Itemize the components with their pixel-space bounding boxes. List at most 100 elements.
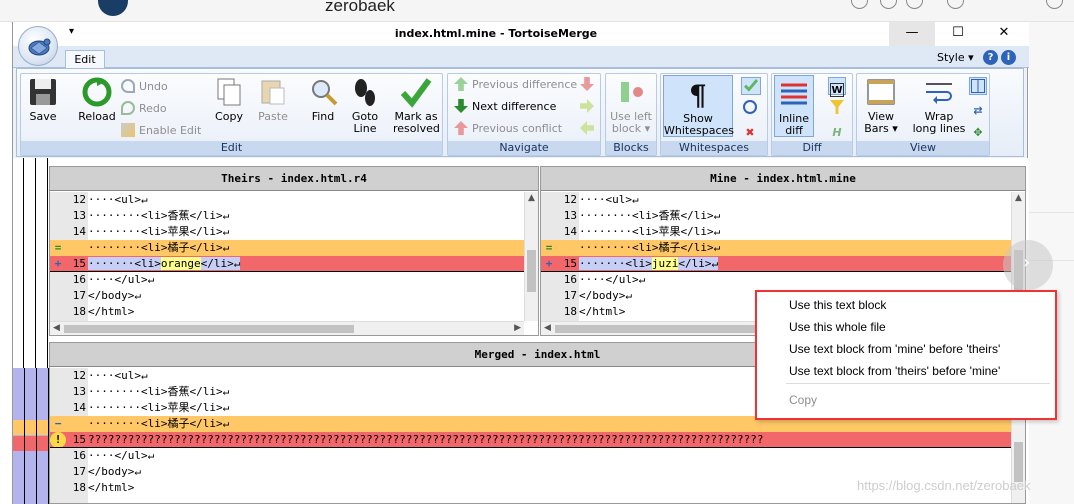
close-button[interactable]: ✕ bbox=[981, 22, 1027, 46]
minimize-button[interactable]: — bbox=[889, 22, 935, 46]
swap-panes-icon[interactable]: ⇄ bbox=[971, 99, 989, 117]
copy-icon bbox=[217, 78, 241, 106]
theirs-vertical-scrollbar[interactable]: ▲ bbox=[524, 192, 538, 321]
previous-difference-button[interactable]: Previous difference bbox=[454, 76, 577, 94]
next-difference-button[interactable]: Next difference bbox=[454, 98, 556, 116]
line-text: </body>↵ bbox=[88, 289, 141, 302]
circle-option-icon[interactable] bbox=[743, 99, 761, 117]
application-menu-button[interactable] bbox=[18, 26, 58, 66]
inline-diff-button[interactable]: Inline diff bbox=[774, 75, 814, 137]
paste-button[interactable]: Paste bbox=[257, 76, 289, 123]
code-line[interactable]: 14 ········<li>苹果</li>↵ bbox=[50, 224, 524, 240]
gutter bbox=[50, 192, 66, 208]
toolbar-circle-icon[interactable] bbox=[880, 0, 897, 9]
code-line[interactable]: 13 ········<li>香蕉</li>↵ bbox=[50, 208, 524, 224]
code-line[interactable]: ! 15?????????????????????????????????????… bbox=[50, 432, 1011, 448]
redo-button[interactable]: Redo bbox=[121, 100, 167, 118]
previous-conflict-button[interactable]: Previous conflict bbox=[454, 120, 562, 138]
arrow-up-icon bbox=[454, 121, 468, 135]
ignore-ws-check-icon[interactable] bbox=[741, 77, 761, 95]
use-left-block-button[interactable]: Use left block ▾ bbox=[608, 76, 654, 135]
menu-item-theirs-before-mine[interactable]: Use text block from 'theirs' before 'min… bbox=[789, 364, 1000, 378]
line-number: 17 bbox=[72, 465, 86, 478]
menu-item-use-this-whole-file[interactable]: Use this whole file bbox=[789, 320, 886, 334]
previous-inline-icon[interactable] bbox=[580, 120, 598, 138]
use-block-icon bbox=[621, 82, 643, 102]
code-line[interactable]: 12 ····<ul>↵ bbox=[541, 192, 1011, 208]
gutter bbox=[541, 224, 557, 240]
maximize-button[interactable]: ☐ bbox=[935, 22, 981, 46]
code-line[interactable]: = ········<li>橘子</li>↵ bbox=[50, 240, 524, 256]
code-line[interactable]: = ········<li>橘子</li>↵ bbox=[541, 240, 1011, 256]
carousel-next-button[interactable]: › bbox=[1003, 240, 1053, 290]
x-option-icon[interactable]: ✖ bbox=[743, 121, 761, 139]
code-line[interactable]: 16 ····</ul>↵ bbox=[50, 448, 1011, 464]
code-line[interactable]: 16 ····</ul>↵ bbox=[50, 272, 524, 288]
line-text: ·······<li>orange</li>↵ bbox=[88, 257, 241, 270]
code-line[interactable]: +15 ·······<li>orange</li>↵ bbox=[50, 256, 524, 272]
view-bars-button[interactable]: View Bars ▾ bbox=[861, 76, 901, 135]
code-line[interactable]: 14 ········<li>苹果</li>↵ bbox=[541, 224, 1011, 240]
line-number: 15 bbox=[72, 257, 86, 270]
code-line[interactable]: +15 ·······<li>juzi</li>↵ bbox=[541, 256, 1011, 272]
help-icon[interactable]: ? bbox=[983, 50, 998, 65]
line-number: 14 bbox=[72, 225, 86, 238]
code-line[interactable]: 17 </body>↵ bbox=[50, 288, 524, 304]
copy-button[interactable]: Copy bbox=[213, 76, 245, 123]
code-line[interactable]: 12 ····<ul>↵ bbox=[50, 192, 524, 208]
line-text: ····<ul>↵ bbox=[88, 369, 148, 382]
added-marker-icon: + bbox=[545, 257, 553, 270]
toolbar-circle-icon[interactable] bbox=[1046, 0, 1063, 9]
view-bars-icon bbox=[867, 79, 895, 105]
two-pane-icon[interactable] bbox=[969, 77, 987, 95]
menu-item-mine-before-theirs[interactable]: Use text block from 'mine' before 'their… bbox=[789, 342, 1000, 356]
show-whitespaces-button[interactable]: ¶ Show Whitespaces bbox=[663, 75, 734, 137]
word-diff-icon[interactable]: W bbox=[828, 77, 846, 97]
theirs-pane[interactable]: Theirs - index.html.r4 12 ····<ul>↵ 13 ····… bbox=[49, 166, 539, 336]
gutter bbox=[541, 304, 557, 320]
tortoisemerge-window: ▾ index.html.mine - TortoiseMerge — ☐ ✕ … bbox=[12, 22, 1029, 504]
gutter bbox=[50, 224, 66, 240]
enable-edit-button[interactable]: Enable Edit bbox=[121, 122, 201, 140]
find-button[interactable]: Find bbox=[308, 76, 338, 123]
info-icon[interactable]: i bbox=[1001, 50, 1016, 65]
filter-icon[interactable] bbox=[830, 99, 848, 117]
group-label-diff: Diff bbox=[772, 141, 852, 155]
style-menu[interactable]: Style ▾ bbox=[937, 51, 974, 64]
moved-blocks-icon[interactable]: H bbox=[830, 121, 848, 139]
collapse-icon[interactable]: ✥ bbox=[971, 121, 989, 139]
wrap-long-lines-button[interactable]: Wrap long lines bbox=[911, 76, 967, 135]
reload-button[interactable]: Reload bbox=[77, 76, 117, 123]
save-button[interactable]: Save bbox=[25, 76, 61, 123]
line-text: ········<li>香蕉</li>↵ bbox=[88, 385, 230, 398]
undo-button[interactable]: Undo bbox=[121, 78, 168, 96]
next-inline-icon[interactable] bbox=[580, 98, 598, 116]
goto-line-button[interactable]: Goto Line bbox=[349, 76, 381, 135]
conflict-marker-icon: ! bbox=[50, 432, 66, 447]
theirs-horizontal-scrollbar[interactable]: ◀ ▶ bbox=[50, 321, 524, 335]
locator-bar[interactable] bbox=[13, 158, 49, 504]
gutter bbox=[50, 464, 66, 480]
tortoise-logo-icon bbox=[28, 38, 51, 56]
line-text: ········<li>橘子</li>↵ bbox=[88, 417, 230, 430]
code-line[interactable]: 18 </html> bbox=[50, 304, 524, 320]
gutter bbox=[541, 192, 557, 208]
gutter bbox=[50, 208, 66, 224]
ribbon-tab-row: Edit Style ▾ ? i bbox=[13, 46, 1029, 69]
toolbar-circle-icon[interactable] bbox=[906, 0, 923, 9]
arrow-up-icon bbox=[454, 77, 468, 91]
mark-resolved-button[interactable]: Mark as resolved bbox=[393, 76, 440, 135]
group-navigate: Previous difference Next difference Prev… bbox=[447, 73, 601, 156]
next-conflict-icon[interactable] bbox=[580, 76, 598, 94]
redo-icon bbox=[121, 101, 135, 115]
toolbar-circle-icon[interactable] bbox=[851, 0, 868, 9]
line-text: ····</ul>↵ bbox=[579, 273, 646, 286]
toolbar-circle-icon[interactable] bbox=[947, 0, 964, 9]
menu-item-use-this-text-block[interactable]: Use this text block bbox=[789, 298, 886, 312]
line-number: 17 bbox=[563, 289, 577, 302]
line-number: 13 bbox=[72, 385, 86, 398]
code-line[interactable]: 13 ········<li>香蕉</li>↵ bbox=[541, 208, 1011, 224]
tab-edit[interactable]: Edit bbox=[65, 50, 105, 69]
code-line[interactable]: 16 ····</ul>↵ bbox=[541, 272, 1011, 288]
theirs-lines: 12 ····<ul>↵ 13 ········<li>香蕉</li>↵ 14 ·····… bbox=[50, 192, 524, 320]
